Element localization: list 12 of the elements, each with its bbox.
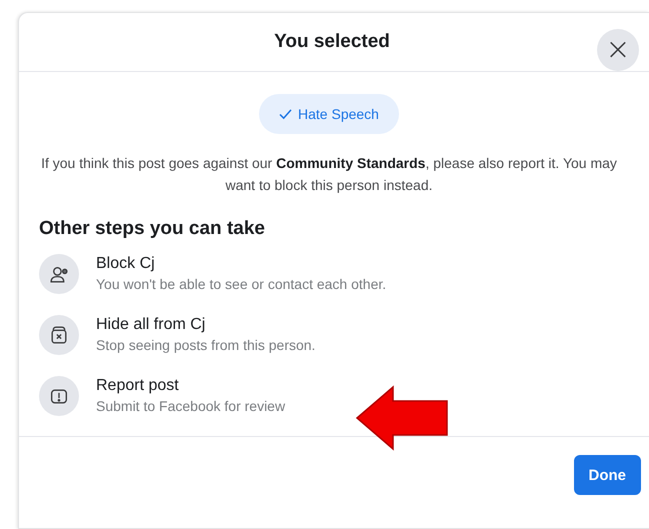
option-description: You won't be able to see or contact each other. xyxy=(96,275,386,294)
section-heading: Other steps you can take xyxy=(39,218,266,240)
option-title[interactable]: Block Cj xyxy=(96,254,155,274)
option-title[interactable]: Report post xyxy=(96,376,179,396)
option-title[interactable]: Hide all from Cj xyxy=(96,315,206,335)
notice-text: If you think this post goes against our Community Standards, please also report it. You may want to block this person instead. xyxy=(40,154,618,195)
hate-speech-chip[interactable]: Hate Speech xyxy=(259,94,399,134)
dialog-title: You selected xyxy=(274,31,390,53)
close-button[interactable]: × xyxy=(597,29,639,71)
option-description: Stop seeing posts from this person. xyxy=(96,336,316,355)
option-description: Submit to Facebook for review xyxy=(96,397,286,416)
done-button[interactable]: Done xyxy=(574,455,641,495)
